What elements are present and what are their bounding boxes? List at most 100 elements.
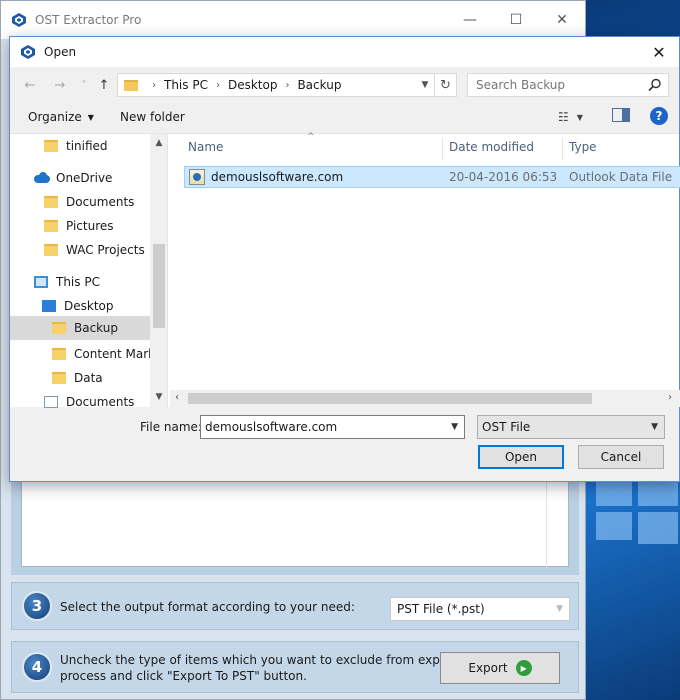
chevron-down-icon[interactable]: ▼ <box>416 80 434 90</box>
chevron-down-icon: ▼ <box>576 112 583 122</box>
nav-item-documents-lib[interactable]: Documents <box>44 391 150 408</box>
command-toolbar: Organize ▼ New folder ☷ ▼ ? <box>10 103 679 131</box>
log-scrollbar[interactable] <box>546 472 562 568</box>
step-3-panel: 3 Select the output format according to … <box>11 582 579 630</box>
minimize-button[interactable]: — <box>447 5 493 35</box>
file-name-combobox[interactable]: ▼ <box>200 415 465 439</box>
desktop-icon <box>42 300 56 312</box>
refresh-icon[interactable]: ↻ <box>434 74 456 96</box>
nav-item-label: Backup <box>74 321 118 335</box>
change-view-button[interactable]: ☷ ▼ <box>558 107 596 127</box>
column-header-type[interactable]: Type <box>569 134 597 160</box>
sort-ascending-icon: ^ <box>307 132 315 142</box>
scroll-left-icon[interactable]: ‹ <box>175 392 179 403</box>
file-name-input[interactable] <box>201 420 441 434</box>
nav-item-onedrive[interactable]: OneDrive <box>34 167 150 189</box>
scrollbar-thumb[interactable] <box>188 393 592 404</box>
preview-pane-icon[interactable] <box>612 108 630 122</box>
folder-icon <box>44 244 58 256</box>
documents-icon <box>44 396 58 408</box>
scroll-up-icon[interactable]: ▲ <box>150 138 167 148</box>
nav-item-label: OneDrive <box>56 171 113 185</box>
folder-icon <box>52 322 66 334</box>
organize-button[interactable]: Organize ▼ <box>28 110 94 124</box>
nav-item-pictures[interactable]: Pictures <box>44 215 150 237</box>
nav-item-this-pc[interactable]: This PC <box>34 271 150 293</box>
nav-item-label: Documents <box>66 395 135 408</box>
cancel-button[interactable]: Cancel <box>578 445 664 469</box>
folder-icon <box>44 140 58 152</box>
chevron-right-icon: › <box>152 79 156 91</box>
dialog-titlebar: Open ✕ <box>10 37 679 67</box>
column-header-date[interactable]: Date modified <box>449 134 534 160</box>
chevron-down-icon: ▼ <box>556 604 563 614</box>
dialog-close-button[interactable]: ✕ <box>639 37 679 67</box>
folder-icon <box>52 348 66 360</box>
forward-arrow-icon[interactable]: → <box>50 75 70 95</box>
window-logo-pane <box>638 512 678 544</box>
address-toolbar: ← → ˅ ↑ › This PC › Desktop › Backup ▼ ↻ <box>10 71 679 99</box>
this-pc-icon <box>34 276 48 288</box>
app-title: OST Extractor Pro <box>35 13 142 27</box>
maximize-button[interactable]: ☐ <box>493 5 539 35</box>
chevron-down-icon: ▼ <box>87 112 94 122</box>
scrollbar-thumb[interactable] <box>153 244 165 328</box>
column-divider[interactable] <box>442 138 443 160</box>
nav-item-label: Desktop <box>64 299 114 313</box>
search-box[interactable] <box>467 73 669 97</box>
step-4-badge: 4 <box>22 652 52 682</box>
scroll-right-icon[interactable]: › <box>668 392 672 403</box>
open-button[interactable]: Open <box>478 445 564 469</box>
nav-item-desktop[interactable]: Desktop <box>42 295 150 317</box>
browser-content: tinified OneDrive Documents Pictures WAC… <box>10 132 680 408</box>
step-3-text: Select the output format according to yo… <box>60 600 355 614</box>
file-list-hscrollbar[interactable]: ‹ › <box>170 390 680 407</box>
nav-item-content-marke[interactable]: Content Marke <box>52 343 162 365</box>
chevron-right-icon: › <box>285 79 290 91</box>
navigation-pane: tinified OneDrive Documents Pictures WAC… <box>10 134 168 408</box>
nav-item-tinified[interactable]: tinified <box>44 135 150 157</box>
nav-pane-scrollbar[interactable]: ▲ ▼ <box>150 134 167 408</box>
new-folder-button[interactable]: New folder <box>120 110 185 124</box>
search-icon <box>648 78 661 92</box>
search-input[interactable] <box>476 78 646 92</box>
column-divider[interactable] <box>562 138 563 160</box>
nav-item-backup[interactable]: Backup <box>10 316 150 340</box>
app-titlebar: OST Extractor Pro — ☐ ✕ <box>1 1 585 39</box>
file-row[interactable]: demouslsoftware.com 20-04-2016 06:53 Out… <box>184 166 680 188</box>
onedrive-icon <box>34 172 50 184</box>
log-textarea[interactable] <box>21 471 569 568</box>
nav-item-wac-projects[interactable]: WAC Projects <box>44 239 150 261</box>
folder-icon <box>124 79 138 91</box>
file-type-value: OST File <box>482 420 531 434</box>
file-name-label: File name: <box>140 420 202 434</box>
breadcrumb-backup[interactable]: Backup <box>297 78 341 92</box>
breadcrumb-desktop[interactable]: Desktop <box>228 78 278 92</box>
folder-icon <box>52 372 66 384</box>
recent-locations-icon[interactable]: ˅ <box>74 75 94 95</box>
export-label: Export <box>468 661 508 675</box>
export-button[interactable]: Export ▶ <box>440 652 560 684</box>
nav-item-label: Documents <box>66 195 135 209</box>
breadcrumb-this-pc[interactable]: This PC <box>164 78 208 92</box>
scroll-down-icon[interactable]: ▼ <box>150 392 167 402</box>
back-arrow-icon[interactable]: ← <box>20 75 40 95</box>
column-header-name[interactable]: Name <box>188 134 223 160</box>
output-format-select[interactable]: PST File (*.pst) ▼ <box>390 597 570 621</box>
address-bar[interactable]: › This PC › Desktop › Backup ▼ ↻ <box>117 73 457 97</box>
nav-item-data[interactable]: Data <box>52 367 150 389</box>
up-arrow-icon[interactable]: ↑ <box>94 75 114 95</box>
chevron-down-icon: ▼ <box>651 422 658 432</box>
output-format-value: PST File (*.pst) <box>397 602 485 616</box>
close-button[interactable]: ✕ <box>539 5 585 35</box>
outlook-data-file-icon <box>189 169 205 185</box>
open-dialog: Open ✕ ← → ˅ ↑ › This PC › Desktop › Bac… <box>9 36 680 482</box>
dialog-logo-icon <box>21 45 35 59</box>
chevron-down-icon[interactable]: ▼ <box>451 422 458 432</box>
nav-item-documents[interactable]: Documents <box>44 191 150 213</box>
file-type-select[interactable]: OST File ▼ <box>477 415 665 439</box>
help-icon[interactable]: ? <box>650 107 668 125</box>
nav-item-label: Content Marke <box>74 347 163 361</box>
file-date: 20-04-2016 06:53 <box>449 170 558 184</box>
nav-item-label: This PC <box>56 275 100 289</box>
